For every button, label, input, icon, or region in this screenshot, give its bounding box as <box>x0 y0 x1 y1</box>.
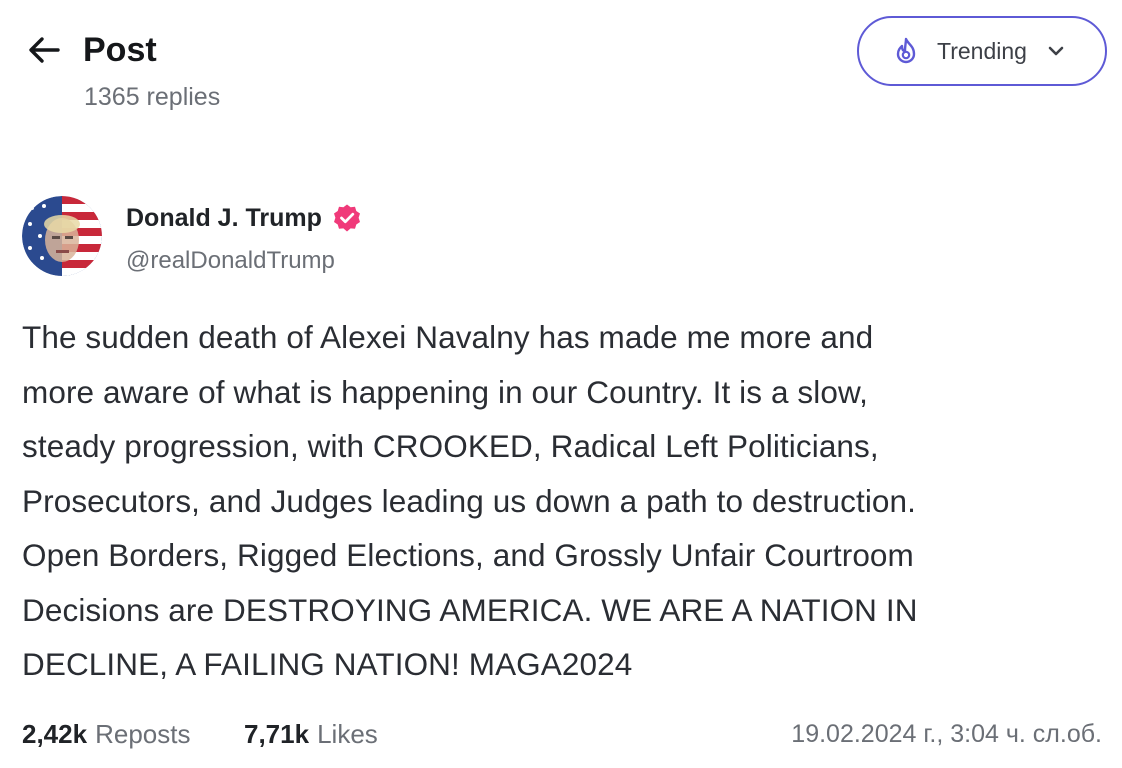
likes-count: 7,71k <box>244 719 310 749</box>
back-button[interactable] <box>24 30 64 70</box>
post-author: Donald J. Trump @realDonaldTrump <box>22 196 622 280</box>
likes-label: Likes <box>317 719 378 749</box>
avatar[interactable] <box>22 196 102 276</box>
reposts-count: 2,42k <box>22 719 88 749</box>
verified-badge-icon <box>332 203 362 233</box>
likes-stat[interactable]: 7,71k Likes <box>244 712 378 756</box>
chevron-down-icon <box>1045 40 1067 62</box>
post-text-line: steady progression, with CROOKED, Radica… <box>22 428 879 464</box>
post-stats: 2,42k Reposts 7,71k Likes 19.02.2024 г., 3… <box>22 712 1102 756</box>
arrow-left-icon <box>29 37 60 63</box>
author-name[interactable]: Donald J. Trump <box>126 202 362 234</box>
post-timestamp: 19.02.2024 г., 3:04 ч. сл.об. <box>791 720 1102 748</box>
sort-dropdown[interactable]: Trending <box>857 16 1107 86</box>
reply-count: 1365 replies <box>84 83 221 111</box>
post-text-line: more aware of what is happening in our C… <box>22 373 868 410</box>
sort-label: Trending <box>937 37 1027 64</box>
flame-icon <box>891 36 921 66</box>
reposts-stat[interactable]: 2,42k Reposts <box>22 712 190 756</box>
post-text-line: Open Borders, Rigged Elections, and Gros… <box>22 537 914 573</box>
post-text: The sudden death of Alexei Navalny has m… <box>22 310 1092 692</box>
post-text-line: Decisions are DESTROYING AMERICA. WE ARE… <box>22 591 918 628</box>
post-text-line: The sudden death of Alexei Navalny has m… <box>22 319 874 355</box>
reposts-label: Reposts <box>95 719 191 749</box>
page-title: Post <box>83 31 157 69</box>
post-text-line: Prosecutors, and Judges leading us down … <box>22 482 917 519</box>
post-text-line: DECLINE, A FAILING NATION! MAGA2024 <box>22 646 633 682</box>
author-name-text: Donald J. Trump <box>126 204 322 232</box>
author-handle[interactable]: @realDonaldTrump <box>126 246 335 276</box>
post-header: Post 1365 replies Trending <box>0 0 1122 130</box>
